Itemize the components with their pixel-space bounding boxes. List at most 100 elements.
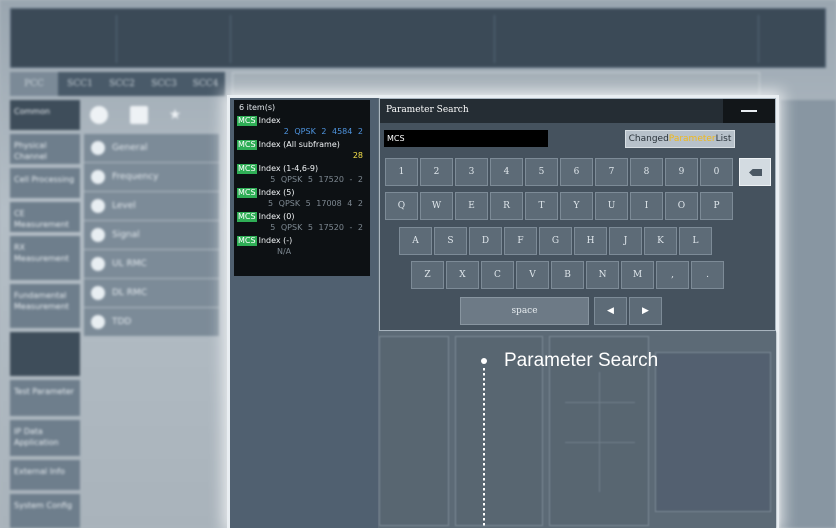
key-0[interactable]: 0 bbox=[700, 158, 733, 186]
nav-item-empty bbox=[10, 332, 80, 376]
tab-scc2[interactable]: SCC2 bbox=[102, 72, 142, 96]
changed-parameter-list-button[interactable]: ChangedParameterList bbox=[625, 130, 735, 148]
menu-item-general[interactable]: General bbox=[84, 134, 219, 162]
key-i[interactable]: I bbox=[630, 192, 663, 220]
star-icon[interactable]: ★ bbox=[166, 106, 184, 124]
key-r[interactable]: R bbox=[490, 192, 523, 220]
result-badge: MCS bbox=[237, 164, 257, 174]
status-cell bbox=[17, 15, 117, 63]
menu-item-frequency[interactable]: Frequency bbox=[84, 163, 219, 191]
key-e[interactable]: E bbox=[455, 192, 488, 220]
result-values: 5 QPSK 5 17520 - 2 bbox=[270, 175, 363, 184]
nav-item-system-config[interactable]: System Config bbox=[10, 494, 80, 528]
menu-item-level[interactable]: Level bbox=[84, 192, 219, 220]
callout-dot bbox=[481, 358, 487, 364]
result-item[interactable]: MCS Index 2 QPSK 2 4584 2 bbox=[237, 115, 367, 137]
result-item[interactable]: MCS Index (-) N/A bbox=[237, 235, 367, 257]
cursor-right-button[interactable]: ▶ bbox=[629, 297, 662, 325]
key-comma[interactable]: , bbox=[656, 261, 689, 289]
skip-icon[interactable] bbox=[130, 106, 148, 124]
cursor-left-button[interactable]: ◀ bbox=[594, 297, 627, 325]
key-c[interactable]: C bbox=[481, 261, 514, 289]
key-s[interactable]: S bbox=[434, 227, 467, 255]
status-cell bbox=[121, 15, 231, 63]
tab-scc4[interactable]: SCC4 bbox=[186, 72, 225, 96]
key-9[interactable]: 9 bbox=[665, 158, 698, 186]
key-z[interactable]: Z bbox=[411, 261, 444, 289]
result-name: Index (-) bbox=[258, 236, 293, 245]
nav-item-ce-measurement[interactable]: CE Measurement bbox=[10, 202, 80, 232]
key-3[interactable]: 3 bbox=[455, 158, 488, 186]
key-q[interactable]: Q bbox=[385, 192, 418, 220]
tab-scc3[interactable]: SCC3 bbox=[144, 72, 184, 96]
key-w[interactable]: W bbox=[420, 192, 453, 220]
key-8[interactable]: 8 bbox=[630, 158, 663, 186]
result-values: 5 QPSK 5 17008 4 2 bbox=[268, 199, 363, 208]
toolbar bbox=[232, 72, 760, 96]
left-navigation: Common Physical Channel Cell Processing … bbox=[10, 100, 80, 528]
results-count: 6 item(s) bbox=[239, 103, 276, 112]
result-item[interactable]: MCS Index (0) 5 QPSK 5 17520 - 2 bbox=[237, 211, 367, 233]
result-item[interactable]: MCS Index (5) 5 QPSK 5 17008 4 2 bbox=[237, 187, 367, 209]
next-icon[interactable] bbox=[90, 106, 108, 124]
key-b[interactable]: B bbox=[551, 261, 584, 289]
nav-item-physical-channel[interactable]: Physical Channel bbox=[10, 134, 80, 164]
result-item[interactable]: MCS Index (All subframe) 28 bbox=[237, 139, 367, 161]
key-u[interactable]: U bbox=[595, 192, 628, 220]
search-input[interactable] bbox=[384, 130, 548, 147]
status-cell bbox=[763, 15, 823, 63]
minimize-button[interactable] bbox=[723, 99, 775, 123]
key-g[interactable]: G bbox=[539, 227, 572, 255]
key-k[interactable]: K bbox=[644, 227, 677, 255]
arrow-right-icon: ▶ bbox=[642, 306, 649, 316]
callout-label: Parameter Search bbox=[504, 350, 659, 371]
result-item[interactable]: MCS Index (1-4,6-9) 5 QPSK 5 17520 - 2 bbox=[237, 163, 367, 185]
nav-item-external-info[interactable]: External Info bbox=[10, 460, 80, 490]
result-values: 5 QPSK 5 17520 - 2 bbox=[270, 223, 363, 232]
result-values: 28 bbox=[352, 151, 363, 160]
menu-item-tdd[interactable]: TDD bbox=[84, 308, 219, 336]
changed-list-prefix: Changed bbox=[628, 134, 669, 144]
menu-item-signal[interactable]: Signal bbox=[84, 221, 219, 249]
backspace-icon bbox=[749, 169, 762, 176]
key-2[interactable]: 2 bbox=[420, 158, 453, 186]
key-t[interactable]: T bbox=[525, 192, 558, 220]
nav-item-test-parameter[interactable]: Test Parameter bbox=[10, 380, 80, 416]
tab-pcc[interactable]: PCC bbox=[10, 72, 58, 96]
key-7[interactable]: 7 bbox=[595, 158, 628, 186]
nav-item-common[interactable]: Common bbox=[10, 100, 80, 130]
nav-item-rx-measurement[interactable]: RX Measurement bbox=[10, 236, 80, 280]
key-y[interactable]: Y bbox=[560, 192, 593, 220]
nav-item-ip-data[interactable]: IP Data Application bbox=[10, 420, 80, 456]
nav-item-cell-processing[interactable]: Cell Processing bbox=[10, 168, 80, 198]
result-name: Index (0) bbox=[258, 212, 295, 221]
key-d[interactable]: D bbox=[469, 227, 502, 255]
key-j[interactable]: J bbox=[609, 227, 642, 255]
dialog-title: Parameter Search bbox=[386, 105, 469, 115]
nav-item-fundamental-measurement[interactable]: Fundamental Measurement bbox=[10, 284, 80, 328]
key-a[interactable]: A bbox=[399, 227, 432, 255]
menu-item-ul-rmc[interactable]: UL RMC bbox=[84, 250, 219, 278]
key-o[interactable]: O bbox=[665, 192, 698, 220]
key-x[interactable]: X bbox=[446, 261, 479, 289]
dialog-header: Parameter Search bbox=[380, 99, 775, 123]
key-h[interactable]: H bbox=[574, 227, 607, 255]
key-5[interactable]: 5 bbox=[525, 158, 558, 186]
space-key[interactable]: space bbox=[460, 297, 589, 325]
key-l[interactable]: L bbox=[679, 227, 712, 255]
key-6[interactable]: 6 bbox=[560, 158, 593, 186]
parameter-search-dialog: Parameter Search ChangedParameterList 1 … bbox=[379, 98, 776, 331]
key-v[interactable]: V bbox=[516, 261, 549, 289]
key-m[interactable]: M bbox=[621, 261, 654, 289]
status-cell bbox=[499, 15, 759, 63]
tab-scc1[interactable]: SCC1 bbox=[60, 72, 100, 96]
key-p[interactable]: P bbox=[700, 192, 733, 220]
parameter-menu: General Frequency Level Signal UL RMC DL… bbox=[84, 134, 219, 337]
key-f[interactable]: F bbox=[504, 227, 537, 255]
key-1[interactable]: 1 bbox=[385, 158, 418, 186]
menu-item-dl-rmc[interactable]: DL RMC bbox=[84, 279, 219, 307]
key-n[interactable]: N bbox=[586, 261, 619, 289]
key-4[interactable]: 4 bbox=[490, 158, 523, 186]
backspace-button[interactable] bbox=[739, 158, 771, 186]
key-period[interactable]: . bbox=[691, 261, 724, 289]
